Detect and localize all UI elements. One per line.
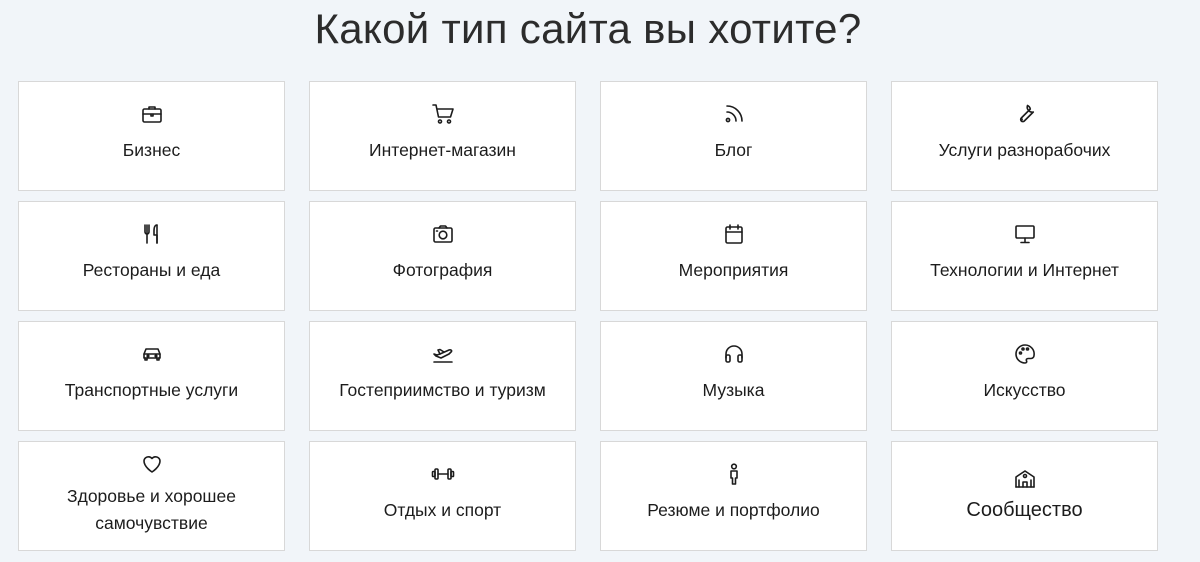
utensils-icon <box>139 221 165 247</box>
card-label: Рестораны и еда <box>82 259 221 280</box>
card-art[interactable]: Искусство <box>891 321 1158 431</box>
card-label: Бизнес <box>122 139 181 160</box>
wrench-icon <box>1012 101 1038 127</box>
card-resume-portfolio[interactable]: Резюме и портфолио <box>600 441 867 551</box>
card-label: Интернет-магазин <box>369 139 516 160</box>
card-community[interactable]: Сообщество <box>891 441 1158 551</box>
card-label: Транспортные услуги <box>64 379 239 400</box>
card-leisure-sport[interactable]: Отдых и спорт <box>309 441 576 551</box>
airplane-icon <box>430 341 456 367</box>
card-health-wellness[interactable]: Здоровье и хорошее самочувствие <box>18 441 285 551</box>
card-label: Отдых и спорт <box>383 499 502 520</box>
card-music[interactable]: Музыка <box>600 321 867 431</box>
card-label: Технологии и Интернет <box>930 259 1119 280</box>
monitor-icon <box>1012 221 1038 247</box>
card-label: Фотография <box>392 259 493 280</box>
card-label: Гостеприимство и туризм <box>339 379 546 400</box>
card-hospitality-tourism[interactable]: Гостеприимство и туризм <box>309 321 576 431</box>
page-title: Какой тип сайта вы хотите? <box>314 5 862 52</box>
card-label: Искусство <box>983 379 1066 400</box>
headphones-icon <box>721 341 747 367</box>
card-label: Сообщество <box>966 498 1083 521</box>
card-transport-services[interactable]: Транспортные услуги <box>18 321 285 431</box>
card-restaurants-food[interactable]: Рестораны и еда <box>18 201 285 311</box>
car-icon <box>139 341 165 367</box>
card-online-store[interactable]: Интернет-магазин <box>309 81 576 191</box>
card-handyman-services[interactable]: Услуги разнорабочих <box>891 81 1158 191</box>
card-blog[interactable]: Блог <box>600 81 867 191</box>
card-tech-internet[interactable]: Технологии и Интернет <box>891 201 1158 311</box>
site-type-grid: Бизнес Интернет-магазин Блог Услуги разн… <box>18 81 1158 551</box>
dumbbell-icon <box>430 461 456 487</box>
card-label: Музыка <box>702 379 765 400</box>
heart-icon <box>139 451 165 477</box>
person-icon <box>721 461 747 487</box>
card-business[interactable]: Бизнес <box>18 81 285 191</box>
card-label: Блог <box>714 139 753 160</box>
shopping-cart-icon <box>430 101 456 127</box>
community-building-icon <box>1012 465 1038 491</box>
card-label: Здоровье и хорошее самочувствие <box>67 486 236 533</box>
card-label: Мероприятия <box>678 259 789 280</box>
rss-icon <box>721 101 747 127</box>
briefcase-icon <box>139 101 165 127</box>
card-photography[interactable]: Фотография <box>309 201 576 311</box>
card-events[interactable]: Мероприятия <box>600 201 867 311</box>
card-label: Услуги разнорабочих <box>938 139 1111 160</box>
card-label: Резюме и портфолио <box>647 499 820 520</box>
calendar-icon <box>721 221 747 247</box>
camera-icon <box>430 221 456 247</box>
palette-icon <box>1012 341 1038 367</box>
